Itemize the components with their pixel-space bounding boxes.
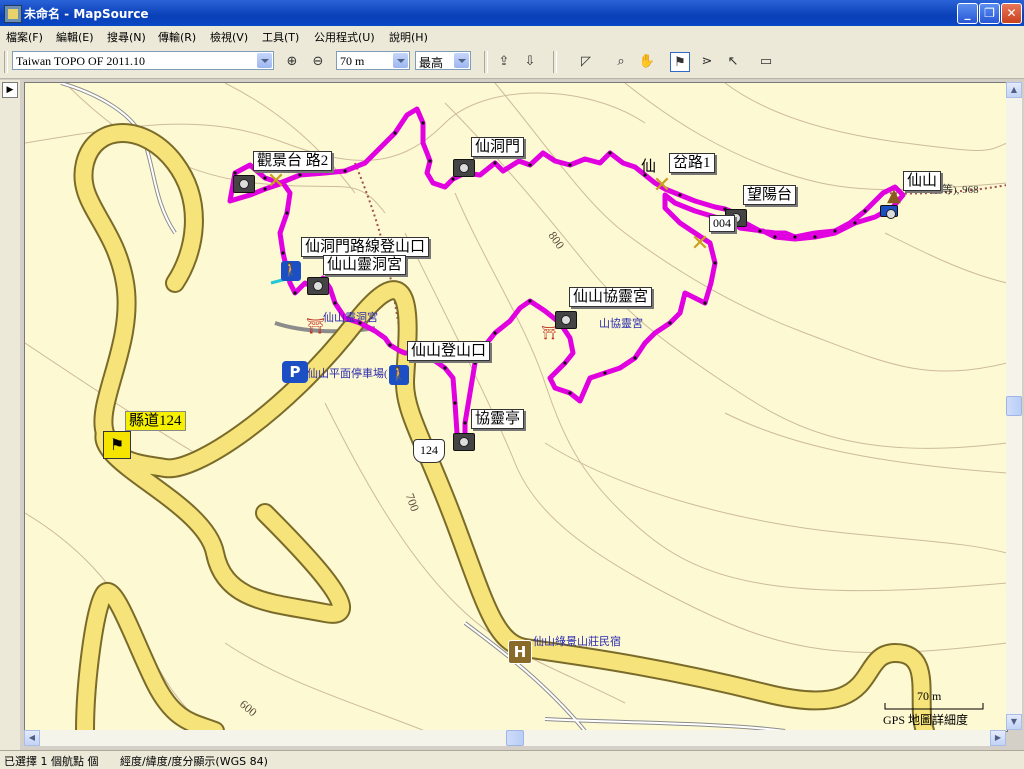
junction-marker-icon[interactable]: ✕ (651, 175, 673, 197)
scroll-down-icon[interactable]: ▼ (1006, 714, 1022, 730)
camera-icon[interactable] (880, 205, 898, 219)
camera-icon[interactable] (453, 159, 475, 177)
menu-utilities[interactable]: 公用程式(U) (314, 29, 375, 45)
hand-tool-icon[interactable]: ✋ (637, 52, 657, 72)
chevron-down-icon[interactable] (454, 53, 469, 68)
zoom-tool-icon[interactable]: ⌕ (611, 52, 631, 72)
lodging-icon[interactable]: H (508, 640, 532, 664)
zoom-out-icon[interactable]: ⊖ (308, 52, 328, 72)
toolbar-separator (553, 51, 557, 73)
road-shield-124: 124 (413, 439, 445, 463)
toolbar: Taiwan TOPO OF 2011.10 ⊕ ⊖ 70 m 最高 ⇪ ⇩ ◸… (0, 46, 1024, 79)
menu-help[interactable]: 說明(H) (389, 29, 428, 45)
waypoint-label-wangyangtai[interactable]: 望陽台 (743, 185, 797, 205)
waypoint-label-text: 觀景台 (257, 153, 303, 169)
zoom-level-value: 70 m (340, 54, 365, 68)
menu-transfer[interactable]: 傳輸(R) (158, 29, 196, 45)
hiker-icon[interactable]: 🚶 (389, 365, 409, 385)
minor-roads-core (60, 83, 786, 731)
status-selection: 已選擇 1 個航點 個 (4, 755, 99, 768)
waypoint-label-guanjingtai[interactable]: 觀景台 路2 (253, 151, 333, 171)
waypoint-label-suffix: 路2 (305, 153, 329, 169)
title-bar: 未命名 - MapSource _ ❐ ✕ (0, 0, 1024, 26)
parking-icon[interactable]: P (282, 361, 308, 383)
camera-icon[interactable] (453, 433, 475, 451)
waypoint-label-xianshan-trailhead[interactable]: 仙山登山口 (407, 341, 491, 361)
map-product-select[interactable]: Taiwan TOPO OF 2011.10 (12, 51, 274, 70)
waypoint-label-xiandongmen[interactable]: 仙洞門 (471, 137, 525, 157)
menu-search[interactable]: 搜尋(N) (107, 29, 146, 45)
close-button[interactable]: ✕ (1001, 3, 1022, 24)
map-canvas[interactable]: 800 700 600 124 P H ⛩ ⛩ ⚑ ▲ 仙山靈洞宮 仙山平面停車… (24, 82, 1008, 732)
horizontal-scrollbar[interactable]: ◀ ▶ (24, 730, 1006, 746)
route-tool-icon[interactable]: ⋗ (697, 52, 717, 72)
toolbar-separator (484, 51, 488, 73)
minor-roads (60, 83, 786, 731)
status-coordinate-format: 經度/緯度/度分顯示(WGS 84) (120, 755, 268, 768)
expand-panel-icon[interactable]: ▶ (2, 82, 18, 98)
selection-tool-icon[interactable]: ↖ (723, 52, 743, 72)
map-tool-icon[interactable]: ◸ (576, 52, 596, 72)
map-product-value: Taiwan TOPO OF 2011.10 (16, 54, 145, 68)
minimize-button[interactable]: _ (957, 3, 978, 24)
vertical-scrollbar[interactable]: ▲ ▼ (1006, 82, 1022, 730)
camera-icon[interactable] (307, 277, 329, 295)
camera-icon[interactable] (233, 175, 255, 193)
waypoint-label-chalu1[interactable]: 岔路1 (669, 153, 715, 173)
waypoint-label-trailhead-xiandongmen[interactable]: 仙洞門路線登山口 (301, 237, 430, 257)
scale-distance: 70 m (917, 689, 942, 703)
poi-lingdong-temple: 仙山靈洞宮 (323, 312, 378, 324)
waypoint-tool-icon[interactable]: ⚑ (670, 52, 690, 72)
waypoint-label-county-road[interactable]: 縣道124 (125, 411, 186, 431)
measure-tool-icon[interactable]: ▭ (756, 52, 776, 72)
menu-file[interactable]: 檔案(F) (6, 29, 43, 45)
flag-icon[interactable]: ⚑ (103, 431, 131, 459)
camera-icon[interactable] (555, 311, 577, 329)
detail-level-value: 最高 (419, 56, 444, 70)
app-icon (4, 5, 22, 23)
menu-view[interactable]: 檢視(V) (210, 29, 248, 45)
zoom-in-icon[interactable]: ⊕ (282, 52, 302, 72)
menu-edit[interactable]: 編輯(E) (56, 29, 94, 45)
scroll-up-icon[interactable]: ▲ (1006, 82, 1022, 98)
waypoint-label-xianshan[interactable]: 仙山 (903, 171, 942, 191)
chevron-down-icon[interactable] (257, 53, 272, 68)
window-title: 未命名 - MapSource (24, 7, 149, 21)
waypoint-label-004[interactable]: 004 (709, 215, 735, 232)
poi-parking: 仙山平面停車場( (307, 368, 388, 380)
maximize-button[interactable]: ❐ (979, 3, 1000, 24)
junction-marker-icon[interactable]: ✕ (689, 233, 711, 255)
status-bar: 已選擇 1 個航點 個 經度/緯度/度分顯示(WGS 84) (0, 750, 1024, 769)
menu-tools[interactable]: 工具(T) (262, 29, 299, 45)
scroll-left-icon[interactable]: ◀ (24, 730, 40, 746)
horizontal-scroll-thumb[interactable] (506, 730, 524, 746)
waypoint-label-lingdong-temple[interactable]: 仙山靈洞宮 (323, 255, 407, 275)
chevron-down-icon[interactable] (393, 53, 408, 68)
poi-lodge: 仙山綠景山莊民宿 (533, 636, 621, 648)
waypoint-label-xiexia-temple[interactable]: 仙山協靈宮 (569, 287, 653, 307)
main-road (73, 123, 935, 731)
gps-detail-note: GPS 地圖詳細度 (883, 713, 969, 727)
menu-bar: 檔案(F) 編輯(E) 搜尋(N) 傳輸(R) 檢視(V) 工具(T) 公用程式… (0, 26, 1024, 46)
waypoint-label-xielingting[interactable]: 協靈亭 (471, 409, 525, 429)
hiker-icon[interactable]: 🚶 (281, 261, 301, 281)
scroll-right-icon[interactable]: ▶ (990, 730, 1006, 746)
vertical-scroll-thumb[interactable] (1006, 396, 1022, 416)
junction-marker-icon[interactable]: ✕ (265, 171, 287, 193)
zoom-level-select[interactable]: 70 m (336, 51, 410, 70)
map-graphics (25, 83, 1007, 731)
detail-level-select[interactable]: 最高 (415, 51, 471, 70)
send-to-device-icon[interactable]: ⇪ (494, 52, 514, 72)
toolbar-grip (4, 51, 8, 73)
receive-from-device-icon[interactable]: ⇩ (520, 52, 540, 72)
poi-xiexia-temple: 山協靈宮 (599, 318, 643, 330)
left-panel-strip (0, 80, 20, 750)
waypoint-label-prefix: 仙 (641, 159, 657, 175)
